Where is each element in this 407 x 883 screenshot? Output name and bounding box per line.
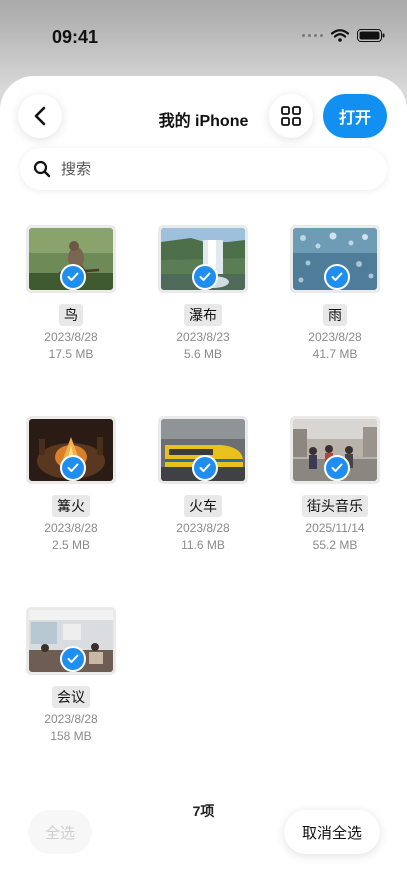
file-date: 2023/8/28 (44, 330, 98, 344)
selected-check-icon[interactable] (60, 455, 86, 481)
file-name: 会议 (52, 686, 90, 708)
file-size: 11.6 MB (181, 538, 225, 552)
file-thumbnail[interactable] (26, 607, 116, 675)
file-name: 雨 (323, 304, 347, 326)
file-name: 街头音乐 (302, 495, 368, 517)
file-thumbnail[interactable] (158, 225, 248, 293)
file-size: 5.6 MB (183, 347, 222, 361)
selected-check-icon[interactable] (60, 264, 86, 290)
search-input[interactable] (59, 159, 363, 179)
file-size: 2.5 MB (51, 538, 90, 552)
grid-icon (281, 106, 301, 126)
search-bar[interactable] (20, 148, 387, 190)
selected-check-icon[interactable] (324, 455, 350, 481)
battery-icon (357, 29, 385, 42)
view-toggle-button[interactable] (269, 94, 313, 138)
file-item-rain[interactable]: 雨 2023/8/28 41.7 MB (270, 225, 400, 363)
selected-check-icon[interactable] (324, 264, 350, 290)
status-bar: 09:41 (0, 0, 407, 72)
file-thumbnail[interactable] (26, 416, 116, 484)
file-date: 2023/8/28 (176, 521, 230, 535)
selected-check-icon[interactable] (192, 455, 218, 481)
deselect-all-button[interactable]: 取消全选 (284, 810, 380, 854)
file-size: 158 MB (50, 729, 92, 743)
file-thumbnail[interactable] (290, 225, 380, 293)
file-size: 41.7 MB (312, 347, 358, 361)
select-all-button[interactable]: 全选 (28, 810, 92, 854)
file-date: 2023/8/23 (176, 330, 230, 344)
cellular-dots-icon (302, 34, 323, 37)
file-item-waterfall[interactable]: 瀑布 2023/8/23 5.6 MB (138, 225, 268, 363)
file-date: 2025/11/14 (305, 521, 365, 535)
file-thumbnail[interactable] (158, 416, 248, 484)
search-icon (33, 160, 51, 178)
file-date: 2023/8/28 (44, 712, 98, 726)
wifi-icon (331, 29, 349, 42)
file-thumbnail[interactable] (290, 416, 380, 484)
file-name: 火车 (184, 495, 222, 517)
file-name: 鸟 (59, 304, 83, 326)
file-item-meeting[interactable]: 会议 2023/8/28 158 MB (6, 607, 136, 745)
selected-check-icon[interactable] (192, 264, 218, 290)
file-item-bird[interactable]: 鸟 2023/8/28 17.5 MB (6, 225, 136, 363)
file-name: 瀑布 (184, 304, 222, 326)
file-size: 17.5 MB (48, 347, 94, 361)
file-date: 2023/8/28 (44, 521, 98, 535)
open-button[interactable]: 打开 (323, 94, 387, 138)
status-time: 09:41 (52, 27, 99, 47)
file-item-train[interactable]: 火车 2023/8/28 11.6 MB (138, 416, 268, 554)
file-item-street-music[interactable]: 街头音乐 2025/11/14 55.2 MB (270, 416, 400, 554)
status-icons (302, 29, 385, 42)
selected-check-icon[interactable] (60, 646, 86, 672)
file-date: 2023/8/28 (308, 330, 362, 344)
file-name: 篝火 (52, 495, 90, 517)
file-size: 55.2 MB (312, 538, 358, 552)
file-thumbnail[interactable] (26, 225, 116, 293)
file-item-campfire[interactable]: 篝火 2023/8/28 2.5 MB (6, 416, 136, 554)
